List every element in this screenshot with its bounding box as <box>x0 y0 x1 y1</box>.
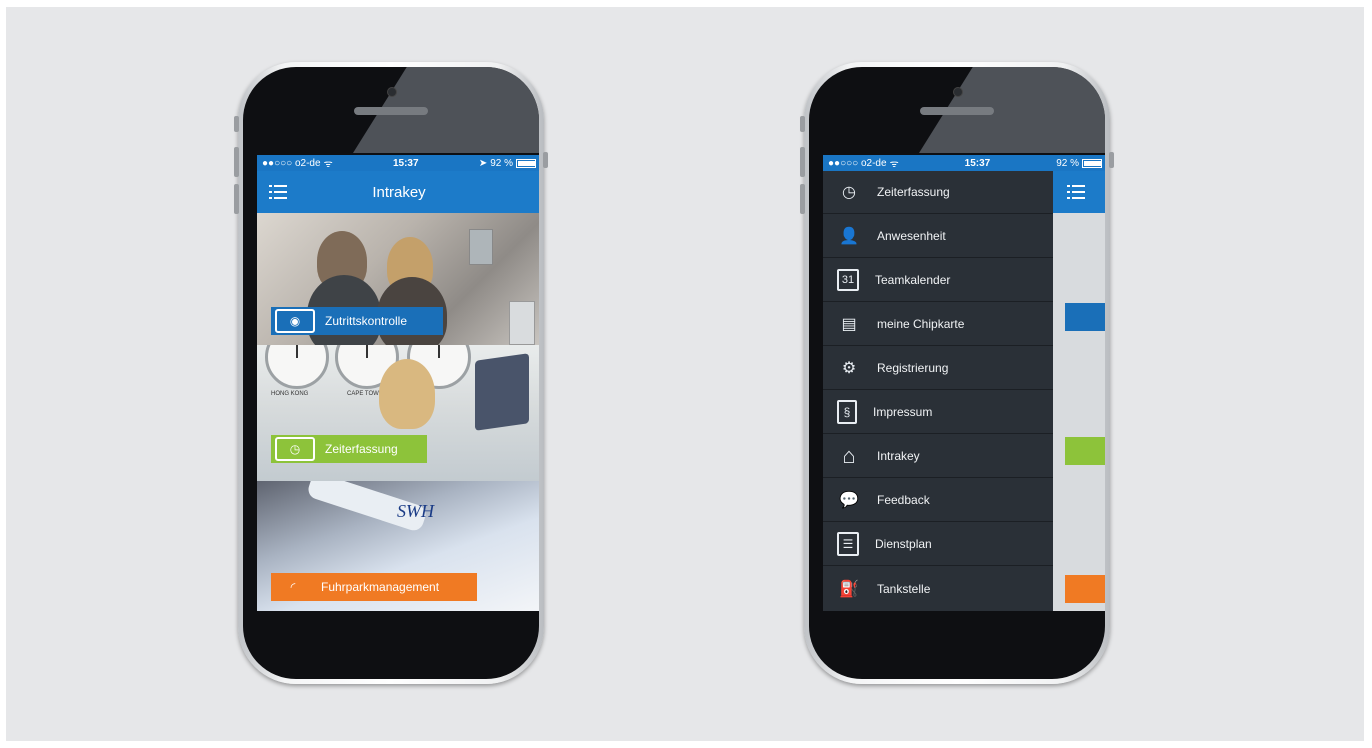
volume-down-button <box>800 184 805 214</box>
menu-item-label: meine Chipkarte <box>877 317 965 331</box>
eye-icon: ◉ <box>275 309 315 333</box>
menu-item-registrierung[interactable]: ⚙ Registrierung <box>823 347 1053 390</box>
clock-caption: HONG KONG <box>271 391 309 397</box>
phone-mockup-left: ●●○○○ o2-de ᯤ 15:37 ➤ 92 % Intrakey ◉ Zu… <box>234 62 548 684</box>
clock-icon: ◷ <box>842 184 856 201</box>
gauge-icon <box>1065 575 1105 603</box>
tile-label-text: Fuhrparkmanagement <box>321 580 440 594</box>
tile-label-zeiterfassung: ◷ Zeiterfassung <box>271 435 427 463</box>
photo-card-reader <box>469 229 493 265</box>
phone-bezel: ●●○○○ o2-de ᯤ 15:37 ➤ 92 % Intrakey ◉ Zu… <box>243 67 539 679</box>
gauge-icon: ◜ <box>290 580 296 594</box>
home-icon: ⌂ <box>842 443 856 468</box>
menu-item-anwesenheit[interactable]: 👤 Anwesenheit <box>823 215 1053 258</box>
swh-logo: SWH <box>397 501 434 521</box>
front-camera <box>387 87 397 97</box>
wifi-icon: ᯤ <box>889 159 899 170</box>
clipboard-icon: ☰ <box>837 532 859 556</box>
eye-icon <box>1065 303 1105 331</box>
underlying-nav-bar <box>1053 171 1105 213</box>
volume-up-button <box>234 147 239 177</box>
background-stage <box>6 7 1364 741</box>
id-card-icon: ▤ <box>841 316 857 333</box>
volume-down-button <box>234 184 239 214</box>
app-screen-home: ●●○○○ o2-de ᯤ 15:37 ➤ 92 % Intrakey ◉ Zu… <box>257 155 539 611</box>
status-bar: ●●○○○ o2-de ᯤ 15:37 ➤ 92 % <box>257 155 539 171</box>
earpiece-speaker <box>354 107 428 115</box>
carrier-label: ●●○○○ o2-de <box>262 157 321 169</box>
tile-zeiterfassung[interactable]: CAPE TOWN HONG KONG ◷ Zeiterfassung <box>257 345 539 481</box>
location-icon: ➤ <box>478 157 488 169</box>
tile-zutrittskontrolle[interactable]: ◉ Zutrittskontrolle <box>257 213 539 345</box>
battery-percent: 92 % <box>1056 157 1079 169</box>
nav-bar: Intrakey <box>257 171 539 213</box>
person-icon: 👤 <box>839 228 859 245</box>
battery-icon <box>1081 158 1102 168</box>
page-title: Intrakey <box>372 184 426 201</box>
app-screen-menu: ●●○○○ o2-de ᯤ 15:37 92 % ◷ Zeiterfassung… <box>823 155 1105 611</box>
tile-label-text: Zeiterfassung <box>325 442 398 456</box>
menu-item-label: Intrakey <box>877 449 920 463</box>
wifi-icon: ᯤ <box>323 159 333 170</box>
menu-item-label: Dienstplan <box>875 537 932 551</box>
menu-item-feedback[interactable]: 💬 Feedback <box>823 479 1053 522</box>
menu-item-teamkalender[interactable]: 31 Teamkalender <box>823 259 1053 302</box>
menu-item-label: Impressum <box>873 405 933 419</box>
menu-item-intrakey[interactable]: ⌂ Intrakey <box>823 435 1053 478</box>
speech-bubble-icon: 💬 <box>839 492 859 509</box>
menu-item-label: Anwesenheit <box>877 229 946 243</box>
menu-item-dienstplan[interactable]: ☰ Dienstplan <box>823 523 1053 566</box>
menu-item-zeiterfassung[interactable]: ◷ Zeiterfassung <box>823 171 1053 214</box>
mute-switch <box>234 116 239 132</box>
tile-label-fuhrparkmanagement: ◜ Fuhrparkmanagement <box>271 573 477 601</box>
clock-time: 15:37 <box>964 157 991 169</box>
mute-switch <box>800 116 805 132</box>
menu-item-label: Feedback <box>877 493 930 507</box>
gear-icon: ⚙ <box>841 360 857 377</box>
side-menu: ◷ Zeiterfassung 👤 Anwesenheit 31 Teamkal… <box>823 171 1053 611</box>
battery-icon <box>516 158 536 168</box>
photo-person-headset <box>379 359 435 429</box>
phone-bezel: ●●○○○ o2-de ᯤ 15:37 92 % ◷ Zeiterfassung… <box>809 67 1105 679</box>
power-button <box>1109 152 1114 168</box>
earpiece-speaker <box>920 107 994 115</box>
battery-percent: 92 % <box>490 157 513 169</box>
fuel-pump-icon: ⛽ <box>839 580 859 598</box>
front-camera <box>953 87 963 97</box>
menu-list-icon[interactable] <box>1067 185 1085 199</box>
menu-item-label: Teamkalender <box>875 273 951 287</box>
tile-fuhrparkmanagement[interactable]: SWH ◜ Fuhrparkmanagement <box>257 481 539 611</box>
menu-item-label: Tankstelle <box>877 581 931 596</box>
calendar-icon: 31 <box>837 269 859 291</box>
tile-label-text: Zutrittskontrolle <box>325 314 408 328</box>
carrier-label: ●●○○○ o2-de <box>828 157 887 169</box>
clock-icon <box>1065 437 1105 465</box>
menu-item-meine-chipkarte[interactable]: ▤ meine Chipkarte <box>823 303 1053 346</box>
tile-label-zutrittskontrolle: ◉ Zutrittskontrolle <box>271 307 443 335</box>
clock-time: 15:37 <box>392 157 419 169</box>
underlying-content-strip <box>1053 171 1105 611</box>
power-button <box>543 152 548 168</box>
photo-door-panel <box>509 301 535 345</box>
clock-caption: CAPE TOWN <box>347 391 384 397</box>
photo-time-terminal <box>475 353 529 431</box>
menu-item-tankstelle[interactable]: ⛽ Tankstelle <box>823 567 1053 610</box>
menu-item-label: Zeiterfassung <box>877 185 950 199</box>
document-icon: § <box>837 400 857 424</box>
menu-item-label: Registrierung <box>877 361 949 375</box>
phone-mockup-right: ●●○○○ o2-de ᯤ 15:37 92 % ◷ Zeiterfassung… <box>800 62 1114 684</box>
status-bar: ●●○○○ o2-de ᯤ 15:37 92 % <box>823 155 1105 171</box>
clock-icon: ◷ <box>275 437 315 461</box>
volume-up-button <box>800 147 805 177</box>
menu-item-impressum[interactable]: § Impressum <box>823 391 1053 434</box>
